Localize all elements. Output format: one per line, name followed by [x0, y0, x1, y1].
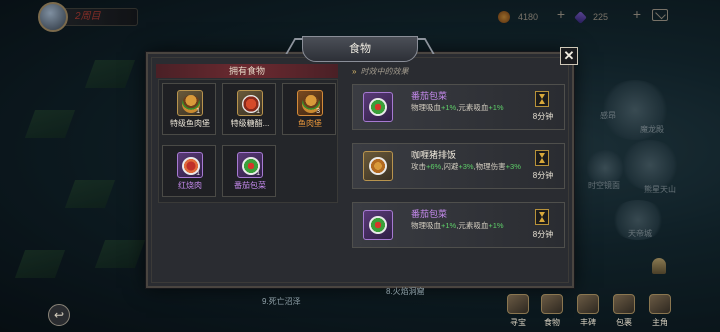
- chevron-icon: »: [352, 67, 357, 76]
- effect-name: 番茄包菜: [411, 209, 448, 219]
- food-slot[interactable]: 1 特级鱼肉堡: [162, 83, 216, 135]
- food-quantity: 1: [256, 108, 260, 115]
- effect-food-icon: [363, 151, 393, 181]
- hero-icon: [649, 294, 671, 314]
- food-icon: 1: [177, 90, 203, 116]
- tomato-cabbage-icon: [369, 216, 387, 234]
- food-icon: 1: [177, 152, 203, 178]
- food-icon: 1: [237, 90, 263, 116]
- nav-label: 丰碑: [580, 318, 596, 327]
- map-label: 9.死亡沼泽: [262, 297, 301, 306]
- nav-label: 主角: [652, 318, 668, 327]
- nav-bag[interactable]: 包裹: [608, 294, 640, 330]
- food-icon: [541, 294, 563, 314]
- treasure-icon: [507, 294, 529, 314]
- food-slot[interactable]: 1 红烧肉: [162, 145, 216, 197]
- player-avatar[interactable]: [38, 2, 68, 32]
- food-name: 特级鱼肉堡: [170, 119, 210, 128]
- food-quantity: 3: [316, 108, 320, 115]
- effect-description: 物理吸血+1%,元素吸血+1%: [411, 221, 504, 230]
- nav-monument[interactable]: 丰碑: [572, 294, 604, 330]
- effect-food-icon: [363, 92, 393, 122]
- hourglass-icon: [535, 91, 549, 107]
- effect-card[interactable]: 番茄包菜 物理吸血+1%,元素吸血+1% 8分钟: [352, 84, 565, 130]
- nav-label: 寻宝: [510, 318, 526, 327]
- map-label: 8.火焰洞窟: [386, 287, 425, 296]
- food-quantity: 1: [196, 170, 200, 177]
- food-slot[interactable]: 3 鱼肉堡: [282, 83, 336, 135]
- nav-food[interactable]: 食物: [536, 294, 568, 330]
- tomato-cabbage-icon: [369, 98, 387, 116]
- food-name: 特级糖醋...: [230, 119, 270, 128]
- nav-label: 包裹: [616, 318, 632, 327]
- food-quantity: 1: [196, 108, 200, 115]
- food-name: 番茄包菜: [234, 181, 266, 190]
- curry-rice-icon: [369, 157, 387, 175]
- effect-time: 8分钟: [532, 230, 554, 239]
- game-screen: 感昂 魔龙殿 时空镜面 熊星天山 天帝城 2周目 4180 + 225 + 食物…: [0, 0, 720, 332]
- effect-card[interactable]: 咖喱猪排饭 攻击+6%,闪避+3%,物理伤害+3% 8分钟: [352, 143, 565, 189]
- food-icon: 1: [237, 152, 263, 178]
- effect-description: 攻击+6%,闪避+3%,物理伤害+3%: [411, 162, 521, 171]
- hourglass-icon: [535, 150, 549, 166]
- effect-time: 8分钟: [532, 171, 554, 180]
- bag-icon: [613, 294, 635, 314]
- back-button[interactable]: ↩: [48, 304, 70, 326]
- effect-name: 番茄包菜: [411, 91, 448, 101]
- active-effects-header: » 时效中的效果: [352, 66, 408, 77]
- food-name: 鱼肉堡: [298, 119, 322, 128]
- monument-icon: [577, 294, 599, 314]
- nav-label: 食物: [544, 318, 560, 327]
- dialog-title: 食物: [302, 36, 418, 62]
- food-name: 红烧肉: [178, 181, 202, 190]
- effect-description: 物理吸血+1%,元素吸血+1%: [411, 103, 504, 112]
- nav-treasure[interactable]: 寻宝: [502, 294, 534, 330]
- food-slot[interactable]: 1 特级糖醋...: [222, 83, 276, 135]
- active-effects-title: 时效中的效果: [360, 67, 409, 76]
- effect-card[interactable]: 番茄包菜 物理吸血+1%,元素吸血+1% 8分钟: [352, 202, 565, 248]
- effect-time: 8分钟: [532, 112, 554, 121]
- effect-name: 咖喱猪排饭: [411, 150, 457, 160]
- hourglass-icon: [535, 209, 549, 225]
- effect-food-icon: [363, 210, 393, 240]
- nav-hero[interactable]: 主角: [644, 294, 676, 330]
- close-button[interactable]: ✕: [560, 47, 578, 65]
- owned-food-header: 拥有食物: [156, 64, 338, 78]
- food-icon: 3: [297, 90, 323, 116]
- bell-icon[interactable]: [650, 256, 668, 280]
- food-slot[interactable]: 1 番茄包菜: [222, 145, 276, 197]
- food-quantity: 1: [256, 170, 260, 177]
